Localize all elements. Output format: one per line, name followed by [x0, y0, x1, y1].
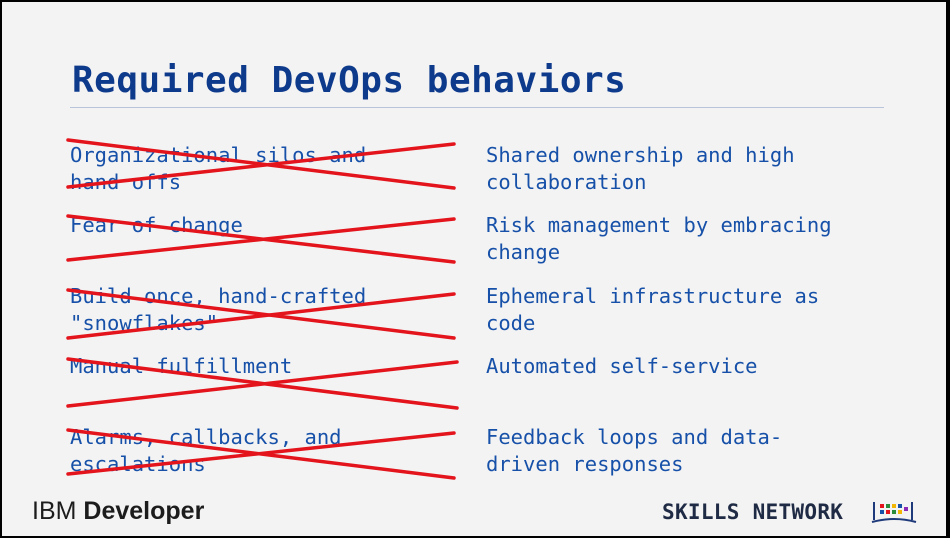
slide-title: Required DevOps behaviors: [72, 60, 627, 101]
ibm-developer-logo: IBM Developer: [32, 497, 204, 526]
old-behavior-5: Alarms, callbacks, and escalations: [70, 425, 342, 476]
new-behavior-5: Feedback loops and data- driven response…: [486, 425, 783, 476]
logo-developer-text: Developer: [83, 497, 205, 525]
old-behavior-4: Manual fulfillment: [70, 354, 293, 378]
new-behavior-1: Shared ownership and high collaboration: [486, 143, 795, 194]
title-divider: [70, 107, 884, 108]
books-icon: [871, 502, 917, 523]
new-behavior-2: Risk management by embracing change: [486, 213, 832, 264]
old-behavior-3: Build once, hand-crafted "snowflakes": [70, 284, 367, 335]
logo-ibm-text: IBM: [32, 497, 77, 525]
old-behavior-2: Fear of change: [70, 213, 243, 237]
new-behavior-4: Automated self-service: [486, 354, 758, 378]
old-behavior-1: Organizational silos and hand offs: [70, 143, 367, 194]
slide: Required DevOps behaviors Organizational…: [2, 2, 946, 536]
skills-network-logo: SKILLS NETWORK: [662, 500, 844, 524]
new-behavior-3: Ephemeral infrastructure as code: [486, 284, 820, 335]
